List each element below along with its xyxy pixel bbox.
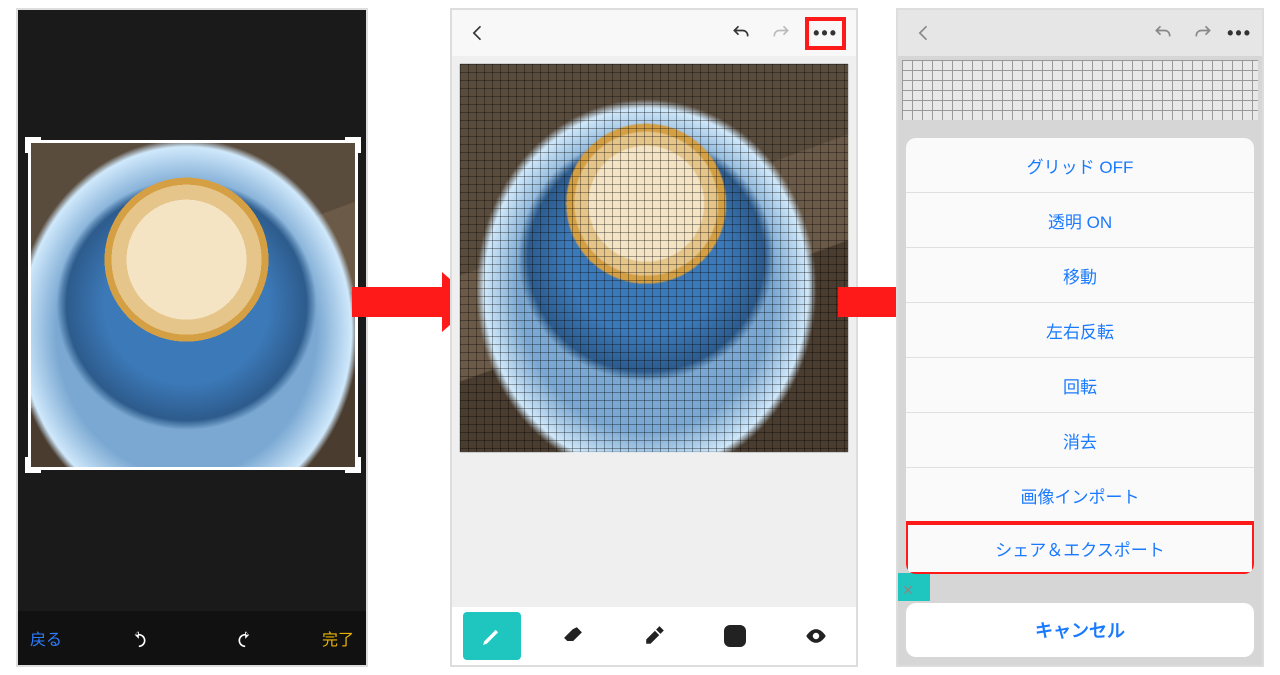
redo-icon	[1187, 17, 1219, 49]
menu-move[interactable]: 移動	[906, 248, 1254, 303]
more-icon: •••	[1227, 23, 1252, 44]
crop-frame[interactable]	[28, 140, 358, 470]
crop-handle-br[interactable]	[345, 457, 361, 473]
rotate-left-icon[interactable]	[125, 620, 161, 656]
menu-transparent-on[interactable]: 透明 ON	[906, 193, 1254, 248]
crop-toolbar: 戻る 完了	[18, 611, 366, 665]
canvas-peek	[902, 60, 1258, 120]
eyedropper-tool[interactable]	[625, 612, 683, 660]
menu-erase[interactable]: 消去	[906, 413, 1254, 468]
back-button[interactable]: 戻る	[30, 626, 62, 650]
panel-crop-original: 戻る 完了	[16, 8, 368, 667]
crop-handle-tl[interactable]	[25, 137, 41, 153]
crop-handle-bl[interactable]	[25, 457, 41, 473]
back-arrow-icon[interactable]	[462, 17, 494, 49]
cancel-button[interactable]: キャンセル	[906, 603, 1254, 657]
menu-grid-off[interactable]: グリッド OFF	[906, 138, 1254, 193]
menu-flip-horizontal[interactable]: 左右反転	[906, 303, 1254, 358]
color-chip[interactable]	[706, 612, 764, 660]
menu-rotate[interactable]: 回転	[906, 358, 1254, 413]
editor-topbar-dimmed: •••	[898, 10, 1262, 56]
more-icon[interactable]: •••	[813, 23, 838, 43]
source-photo	[31, 143, 355, 467]
menu-image-import[interactable]: 画像インポート	[906, 468, 1254, 523]
rotate-right-icon[interactable]	[223, 620, 259, 656]
close-icon[interactable]: ✕	[902, 582, 914, 599]
back-arrow-icon	[908, 17, 940, 49]
more-button-highlight: •••	[805, 17, 846, 50]
grid-overlay	[460, 64, 848, 452]
action-sheet: グリッド OFF 透明 ON 移動 左右反転 回転 消去 画像インポート シェア…	[906, 138, 1254, 574]
tool-toolbar	[452, 607, 856, 665]
undo-icon	[1147, 17, 1179, 49]
done-button[interactable]: 完了	[322, 626, 354, 650]
editor-topbar: •••	[452, 10, 856, 56]
menu-share-export[interactable]: シェア＆エクスポート	[906, 521, 1254, 574]
undo-icon[interactable]	[725, 17, 757, 49]
pixel-canvas[interactable]	[460, 64, 848, 452]
eye-icon[interactable]	[787, 612, 845, 660]
redo-icon	[765, 17, 797, 49]
panel-pixel-editor: •••	[450, 8, 858, 667]
crop-handle-tr[interactable]	[345, 137, 361, 153]
panel-menu-sheet: ••• グリッド OFF 透明 ON 移動 左右反転 回転 消去 画像インポート…	[896, 8, 1264, 667]
pencil-tool[interactable]	[463, 612, 521, 660]
eraser-tool[interactable]	[544, 612, 602, 660]
